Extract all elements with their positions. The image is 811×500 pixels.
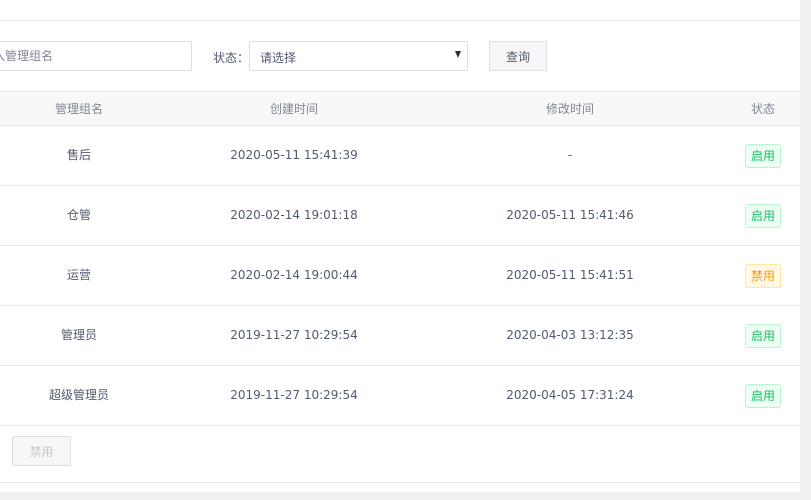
cell-name: 运营: [66, 268, 91, 282]
cell-status: 启用: [736, 186, 790, 245]
cell-modified: 2020-04-03 13:12:35: [506, 328, 634, 342]
cell-name: 管理员: [60, 328, 97, 342]
table-row[interactable]: 售后 2020-05-11 15:41:39 - 启用: [0, 126, 800, 186]
cell-created: 2019-11-27 10:29:54: [230, 328, 358, 342]
cell-modified: 2020-05-11 15:41:46: [506, 208, 634, 222]
status-select-value: 请选择: [260, 51, 297, 65]
table-row[interactable]: 管理员 2019-11-27 10:29:54 2020-04-03 13:12:3…: [0, 306, 800, 366]
group-name-search-input[interactable]: [0, 41, 192, 71]
content-panel: 状态： 请选择 查询 管理组名 创建时间 修改时间 状态 售后 2020-05-1…: [0, 0, 800, 492]
cell-name: 仓管: [66, 208, 91, 222]
caret-down-icon: [455, 51, 461, 58]
table-body: 售后 2020-05-11 15:41:39- 启用 仓管 2020-02-14 19:…: [0, 126, 800, 426]
cell-status: 启用: [736, 306, 790, 365]
cell-created: 2020-05-11 15:41:39: [230, 148, 358, 162]
cell-name: 售后: [66, 148, 91, 162]
cell-created: 2020-02-14 19:01:18: [230, 208, 358, 222]
table-header: 管理组名 创建时间 修改时间 状态: [0, 91, 800, 126]
group-name-input-wrapper: [0, 41, 192, 71]
status-badge: 启用: [744, 143, 781, 168]
table-row[interactable]: 超级管理员 2019-11-27 10:29:54 2020-04-05 17:31…: [0, 366, 800, 426]
table-row[interactable]: 运营 2020-02-14 19:00:44 2020-05-11 15:41:51…: [0, 246, 800, 306]
cell-modified: -: [567, 148, 573, 162]
column-header-name[interactable]: 管理组名: [30, 92, 128, 127]
status-badge: 启用: [744, 383, 781, 408]
disable-button[interactable]: 禁用: [12, 436, 71, 466]
column-header-modified[interactable]: 修改时间: [475, 92, 665, 127]
status-filter-label: 状态：: [213, 51, 250, 65]
status-badge: 启用: [744, 323, 781, 348]
cell-status: 禁用: [736, 246, 790, 305]
cell-modified: 2020-05-11 15:41:51: [506, 268, 634, 282]
cell-name: 超级管理员: [48, 388, 109, 402]
column-header-status[interactable]: 状态: [736, 92, 790, 127]
panel-bottom-divider: [0, 482, 800, 483]
group-table: 管理组名 创建时间 修改时间 状态 售后 2020-05-11 15:41:39 -…: [0, 91, 800, 426]
cell-modified: 2020-04-05 17:31:24: [506, 388, 634, 402]
column-header-created[interactable]: 创建时间: [200, 92, 388, 127]
filter-bar: 状态： 请选择 查询: [0, 41, 800, 71]
cell-status: 启用: [736, 126, 790, 185]
status-badge: 启用: [744, 203, 781, 228]
cell-created: 2020-02-14 19:00:44: [230, 268, 358, 282]
query-button[interactable]: 查询: [489, 41, 547, 71]
cell-status: 启用: [736, 366, 790, 425]
cell-created: 2019-11-27 10:29:54: [230, 388, 358, 402]
status-badge: 禁用: [744, 263, 781, 288]
table-row[interactable]: 仓管 2020-02-14 19:01:18 2020-05-11 15:41:46…: [0, 186, 800, 246]
status-select[interactable]: 请选择: [249, 41, 468, 71]
panel-divider: [0, 20, 800, 21]
